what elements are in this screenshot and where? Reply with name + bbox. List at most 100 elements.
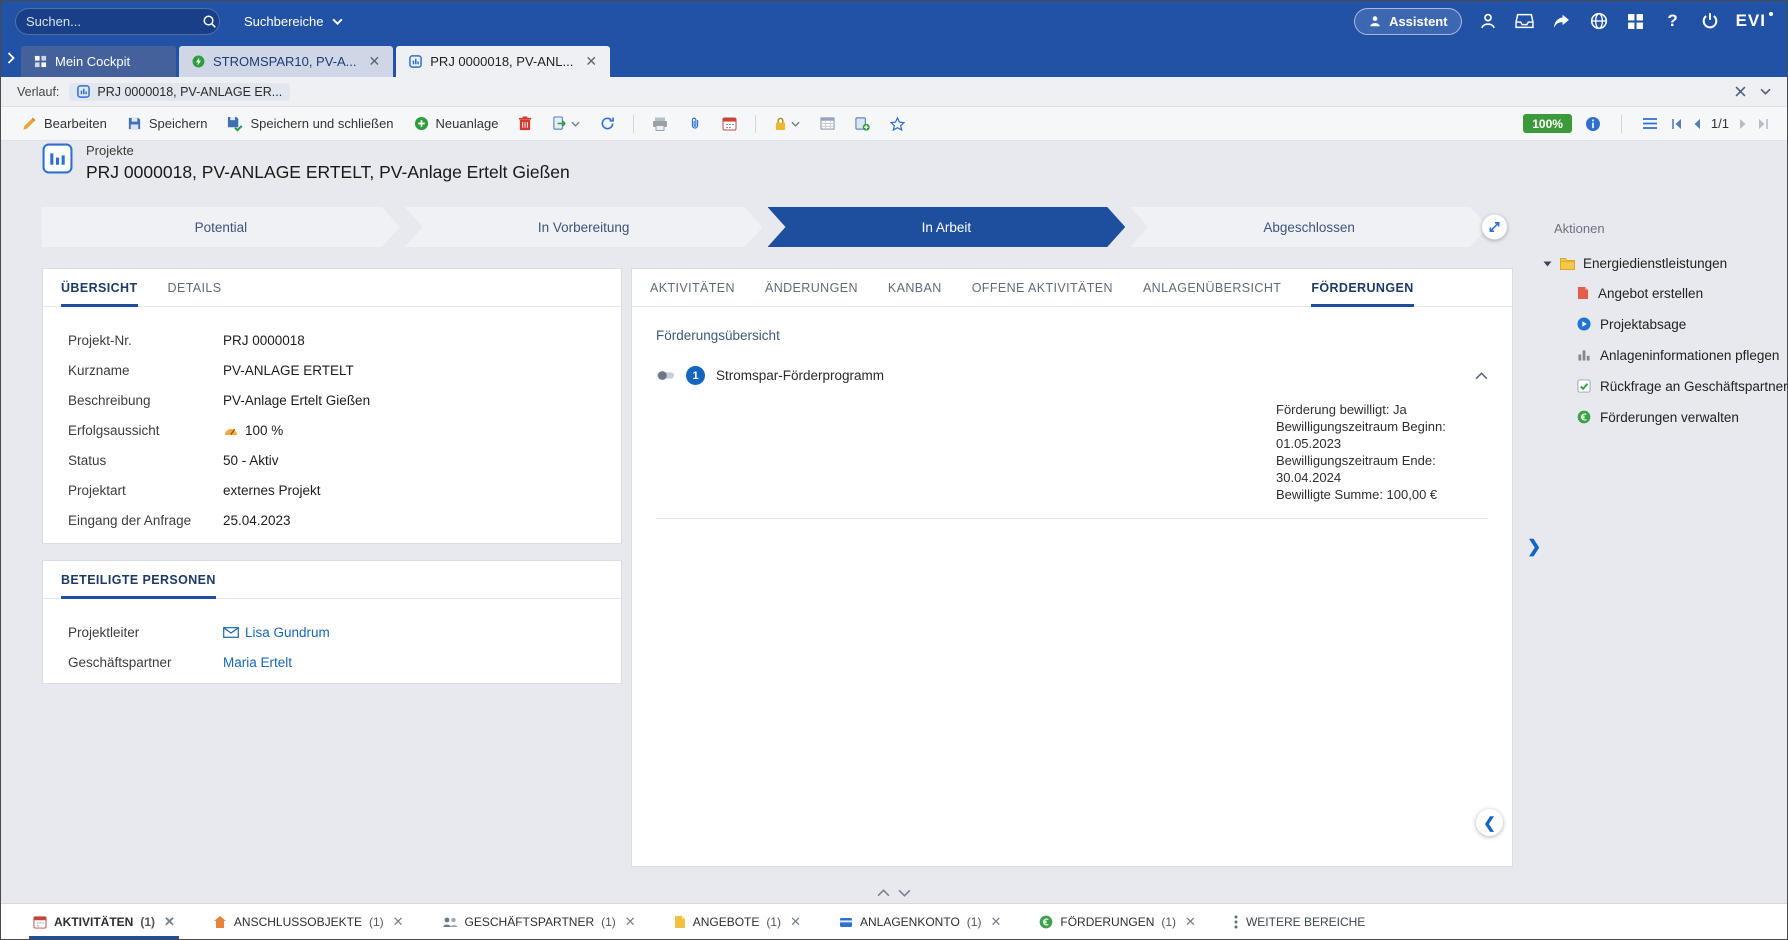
tab-aenderungen[interactable]: ÄNDERUNGEN: [765, 269, 858, 306]
persons-card-tabs: BETEILIGTE PERSONEN: [43, 561, 621, 599]
bottom-tab-anschlussobjekte[interactable]: ANSCHLUSSOBJEKTE (1) ✕: [213, 904, 404, 939]
forward-arrow-icon[interactable]: [1551, 10, 1573, 32]
group-toggle-icon[interactable]: [656, 370, 675, 381]
close-tab-icon[interactable]: ✕: [1185, 914, 1196, 930]
close-tab-icon[interactable]: ✕: [369, 53, 381, 70]
close-history-icon[interactable]: [1735, 86, 1746, 97]
add-record-icon: [855, 116, 870, 131]
tab-kanban[interactable]: KANBAN: [888, 269, 942, 306]
close-tab-icon[interactable]: ✕: [585, 53, 597, 70]
close-tab-icon[interactable]: ✕: [393, 914, 404, 930]
search-input[interactable]: [26, 14, 202, 29]
tree-expander-icon[interactable]: [1543, 261, 1552, 267]
play-circle-icon: [1577, 317, 1591, 331]
step-abgeschlossen[interactable]: Abgeschlossen: [1130, 207, 1488, 247]
tab-foerderungen[interactable]: FÖRDERUNGEN: [1311, 269, 1413, 306]
assistant-button[interactable]: Assistent: [1354, 8, 1462, 35]
chevron-down-icon[interactable]: [898, 889, 911, 897]
save-close-button[interactable]: Speichern und schließen: [218, 110, 402, 138]
field-label: Status: [68, 453, 223, 468]
person-link[interactable]: Lisa Gundrum: [245, 625, 330, 640]
funding-group-row[interactable]: 1 Stromspar-Förderprogramm: [632, 366, 1512, 385]
bottom-tab-count: (1): [766, 915, 781, 929]
favorite-button[interactable]: [881, 110, 914, 138]
new-record-button[interactable]: Neuanlage: [405, 110, 508, 138]
window-tab-project[interactable]: PRJ 0000018, PV-ANL... ✕: [396, 46, 610, 77]
menu-icon[interactable]: [1642, 117, 1658, 130]
apps-grid-icon[interactable]: [1625, 10, 1647, 32]
refresh-button[interactable]: [591, 110, 624, 138]
bottom-tab-aktivitaeten[interactable]: AKTIVITÄTEN (1) ✕: [33, 904, 175, 939]
first-record-icon[interactable]: [1671, 118, 1683, 130]
paperclip-icon: [688, 116, 702, 131]
permissions-button[interactable]: [765, 110, 809, 138]
chevron-down-icon[interactable]: [791, 121, 800, 127]
print-button[interactable]: [643, 110, 677, 138]
tab-anlagenuebersicht[interactable]: ANLAGENÜBERSICHT: [1143, 269, 1281, 306]
save-button[interactable]: Speichern: [118, 110, 217, 138]
chevron-up-icon[interactable]: [1475, 372, 1488, 380]
table-view-button[interactable]: [811, 110, 844, 138]
export-button[interactable]: [543, 110, 589, 138]
top-app-bar: Suchbereiche Assistent ? EVI: [1, 1, 1787, 41]
more-areas-button[interactable]: WEITERE BEREICHE: [1234, 915, 1365, 929]
delete-button[interactable]: [509, 110, 541, 138]
inbox-icon[interactable]: [1514, 10, 1536, 32]
global-search[interactable]: [15, 8, 220, 35]
window-tab-cockpit[interactable]: Mein Cockpit: [21, 46, 176, 77]
window-tab-stromspar[interactable]: STROMSPAR10, PV-A... ✕: [179, 46, 393, 77]
action-angebot-erstellen[interactable]: Angebot erstellen: [1577, 284, 1788, 302]
person-link[interactable]: Maria Ertelt: [223, 655, 292, 670]
tab-offene-aktivitaeten[interactable]: OFFENE AKTIVITÄTEN: [972, 269, 1113, 306]
tab-details[interactable]: DETAILS: [168, 269, 222, 306]
close-tab-icon[interactable]: ✕: [164, 914, 175, 930]
action-rueckfrage[interactable]: Rückfrage an Geschäftspartner: [1577, 377, 1788, 395]
previous-record-icon[interactable]: [1692, 118, 1702, 130]
zoom-badge[interactable]: 100%: [1523, 114, 1572, 133]
contact-icon[interactable]: [1477, 10, 1499, 32]
persons-card: BETEILIGTE PERSONEN Projektleiter Lisa G…: [42, 560, 622, 684]
last-record-icon[interactable]: [1757, 118, 1769, 130]
tabs-overflow-icon[interactable]: [5, 52, 21, 66]
collapse-panel-icon[interactable]: ❮: [1476, 809, 1503, 836]
add-linked-record-button[interactable]: [846, 110, 879, 138]
action-label: Anlageninformationen pflegen: [1600, 348, 1779, 363]
tab-uebersicht[interactable]: ÜBERSICHT: [61, 269, 138, 306]
bottom-tab-angebote[interactable]: ANGEBOTE (1) ✕: [674, 904, 801, 939]
bottom-tab-foerderungen[interactable]: FÖRDERUNGEN (1) ✕: [1039, 904, 1196, 939]
search-icon[interactable]: [202, 10, 217, 32]
history-item[interactable]: PRJ 0000018, PV-ANLAGE ER...: [69, 83, 290, 101]
tab-aktivitaeten[interactable]: AKTIVITÄTEN: [650, 269, 735, 306]
calendar-button[interactable]: [713, 110, 746, 138]
chevron-down-icon[interactable]: [571, 121, 580, 127]
step-in-vorbereitung[interactable]: In Vorbereitung: [405, 207, 763, 247]
edit-phases-icon[interactable]: [1482, 215, 1507, 240]
chevron-up-icon[interactable]: [877, 889, 890, 897]
globe-user-icon[interactable]: [1588, 10, 1610, 32]
step-in-arbeit[interactable]: In Arbeit: [768, 207, 1126, 247]
attach-button[interactable]: [679, 110, 711, 138]
euro-coin-icon: [1577, 410, 1591, 424]
actions-folder[interactable]: Energiedienstleistungen: [1543, 256, 1788, 271]
step-potential[interactable]: Potential: [42, 207, 400, 247]
power-icon[interactable]: [1699, 10, 1721, 32]
next-record-icon[interactable]: [1738, 118, 1748, 130]
edit-button[interactable]: Bearbeiten: [13, 110, 116, 138]
mail-icon[interactable]: [223, 627, 239, 638]
history-menu-icon[interactable]: [1760, 88, 1771, 95]
search-scope-button[interactable]: Suchbereiche: [234, 8, 353, 35]
expand-sidebar-icon[interactable]: ❯: [1527, 537, 1541, 557]
action-foerderungen-verwalten[interactable]: Förderungen verwalten: [1577, 408, 1788, 426]
close-tab-icon[interactable]: ✕: [625, 914, 636, 930]
action-projektabsage[interactable]: Projektabsage: [1577, 315, 1788, 333]
help-icon[interactable]: ?: [1662, 10, 1684, 32]
close-tab-icon[interactable]: ✕: [790, 914, 801, 930]
bottom-tab-count: (1): [967, 915, 982, 929]
tab-beteiligte-personen[interactable]: BETEILIGTE PERSONEN: [61, 561, 216, 598]
action-anlageninformationen[interactable]: Anlageninformationen pflegen: [1577, 346, 1788, 364]
info-icon[interactable]: [1585, 116, 1601, 132]
close-tab-icon[interactable]: ✕: [990, 914, 1001, 930]
bottom-tab-anlagenkonto[interactable]: ANLAGENKONTO (1) ✕: [839, 904, 1001, 939]
panel-splitter[interactable]: [877, 889, 911, 897]
bottom-tab-geschaeftspartner[interactable]: GESCHÄFTSPARTNER (1) ✕: [442, 904, 636, 939]
